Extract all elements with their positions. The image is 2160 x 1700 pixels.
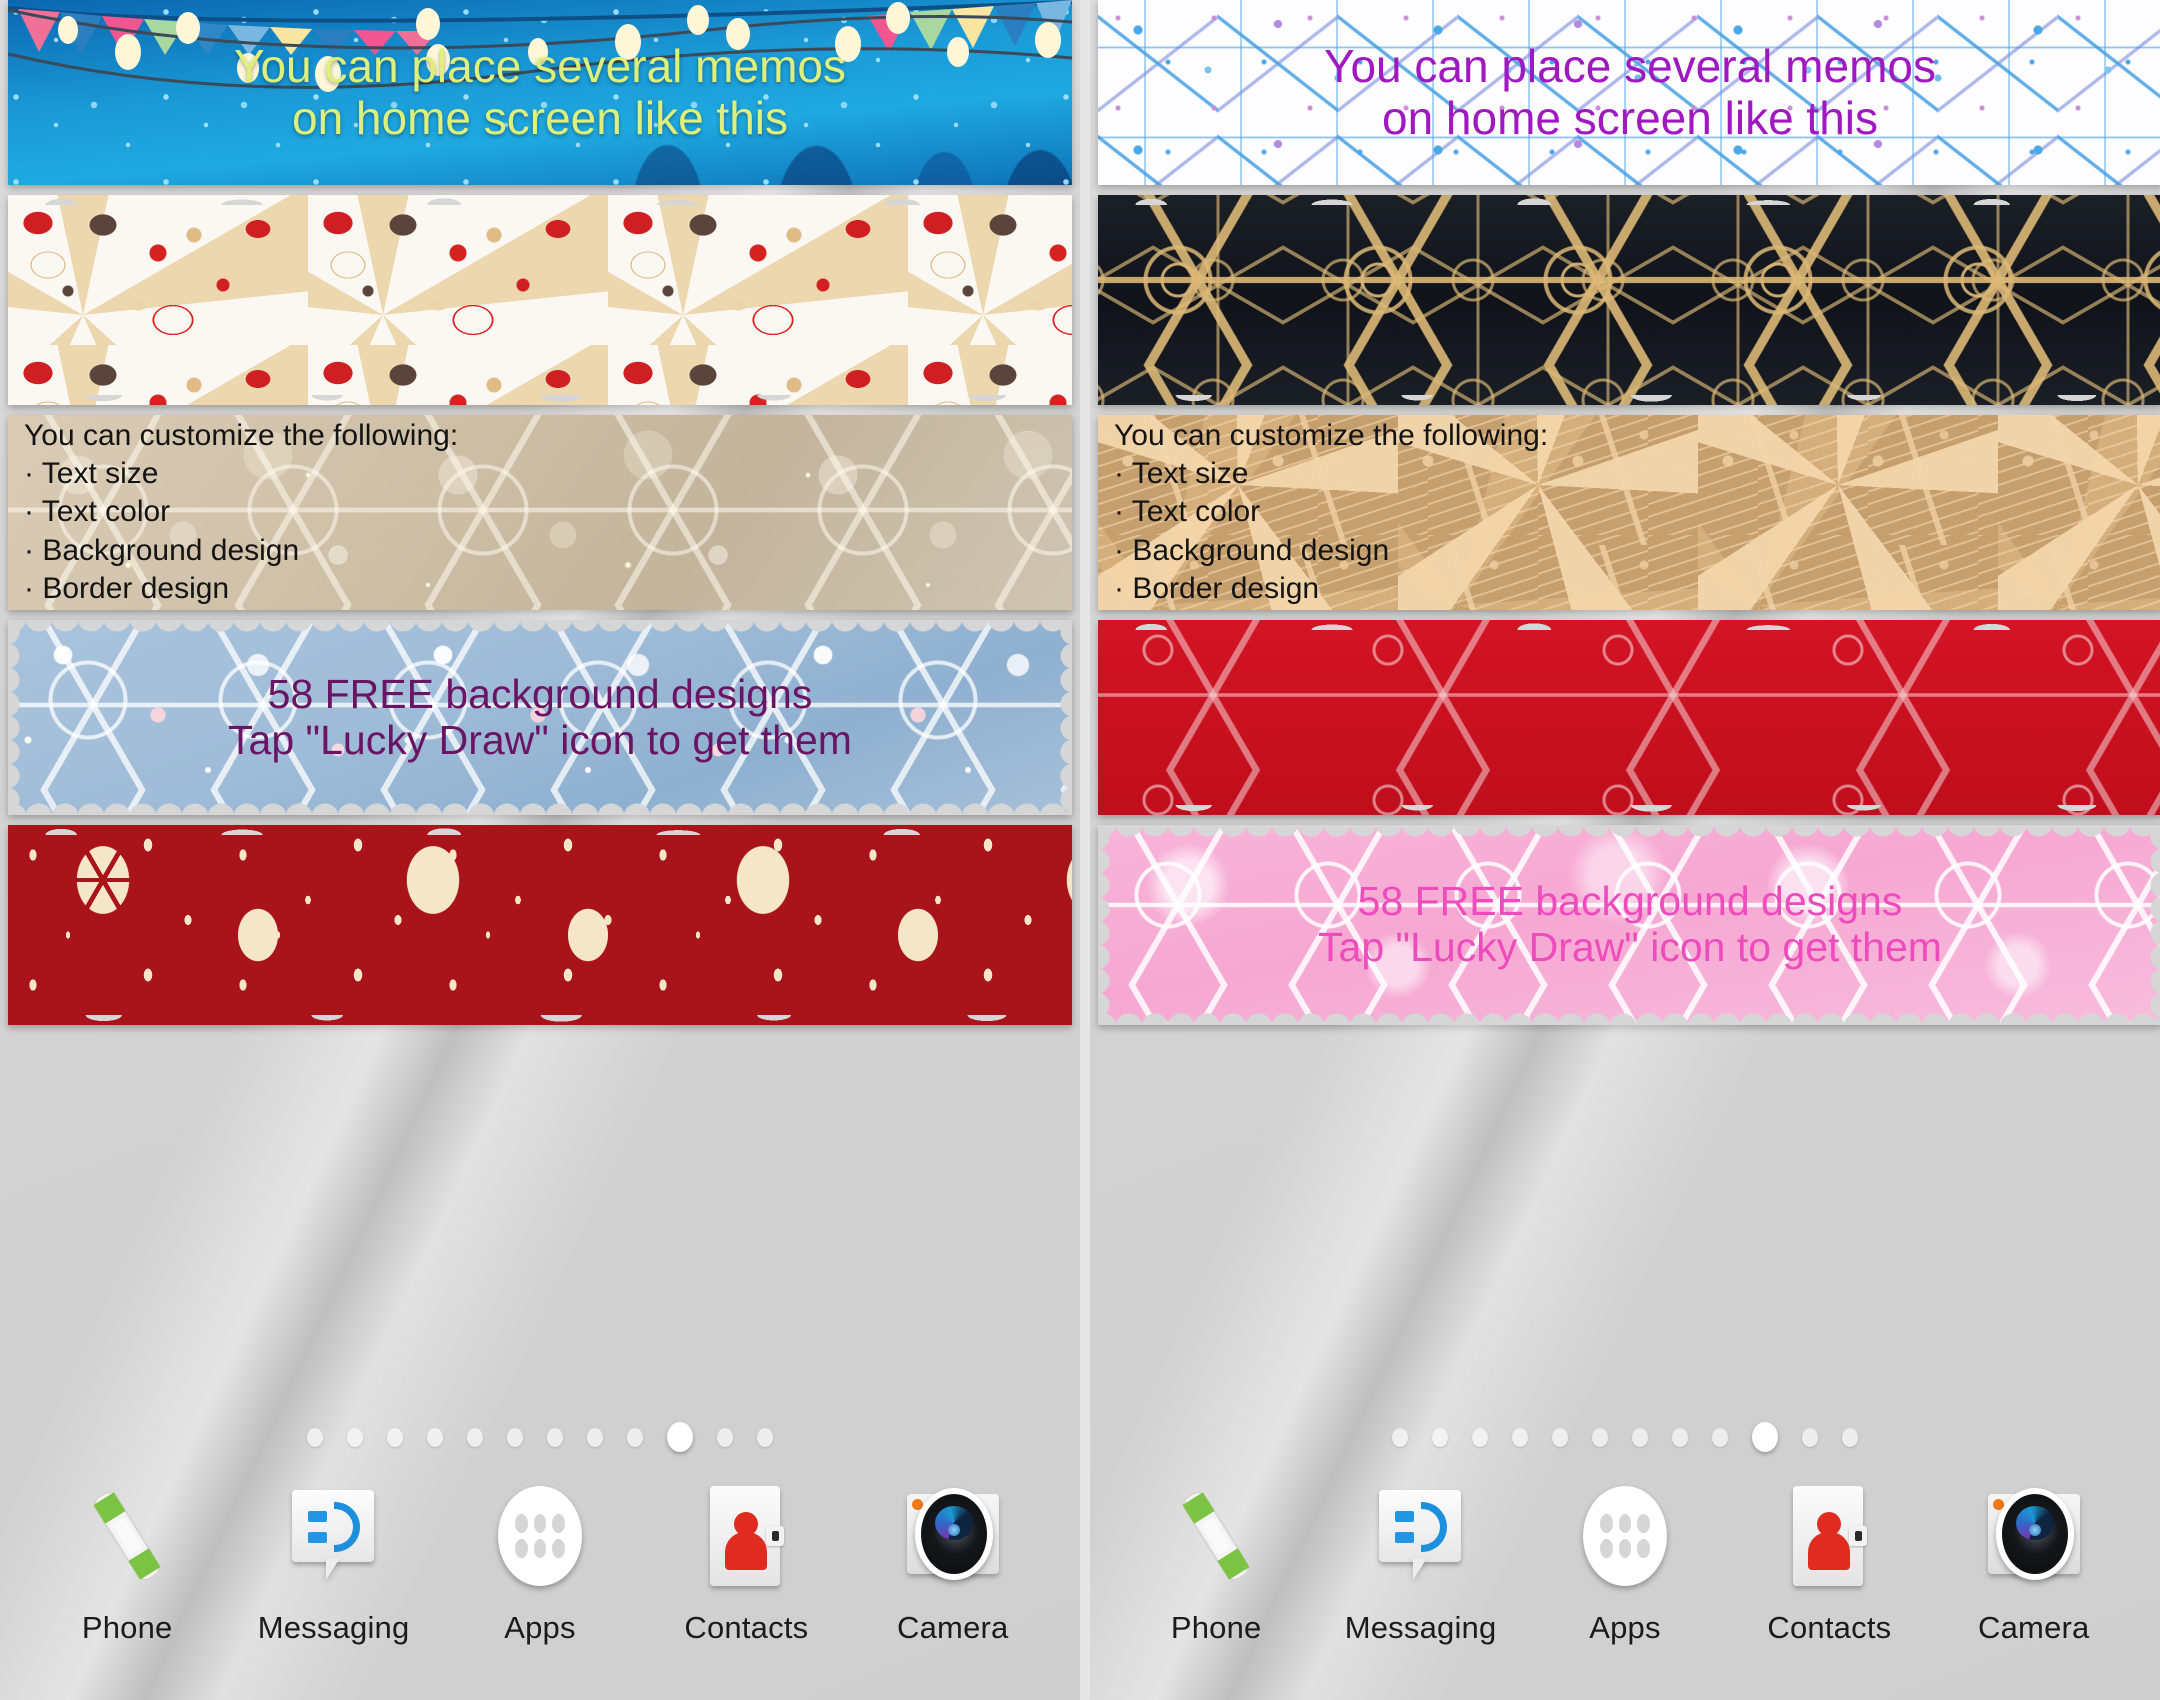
dock-label: Messaging [257, 1610, 410, 1645]
page-dot[interactable] [1802, 1427, 1818, 1447]
page-dot[interactable] [387, 1427, 403, 1447]
memo-widget-lucky-draw-right[interactable]: 58 FREE background designs Tap "Lucky Dr… [1098, 825, 2160, 1025]
page-dot[interactable] [1472, 1427, 1488, 1447]
dock-item-apps[interactable]: Apps [1540, 1484, 1710, 1646]
page-dot[interactable] [1552, 1427, 1568, 1447]
page-dot[interactable] [547, 1427, 563, 1447]
page-indicator-left[interactable] [0, 1422, 1080, 1452]
camera-icon [1982, 1484, 2086, 1588]
home-screen-preview: You can place several memos on home scre… [0, 0, 2160, 1700]
page-dot[interactable] [587, 1427, 603, 1447]
page-dot[interactable] [307, 1427, 323, 1447]
contacts-icon [1777, 1484, 1881, 1588]
memo-widget-intro-left[interactable]: You can place several memos on home scre… [8, 0, 1072, 185]
dock-item-phone[interactable]: Phone [1131, 1484, 1301, 1646]
phone-panel-right: You can place several memos on home scre… [1080, 0, 2160, 1700]
dock-item-camera[interactable]: Camera [868, 1484, 1038, 1646]
messaging-icon [1369, 1484, 1473, 1588]
page-dot[interactable] [717, 1427, 733, 1447]
page-dot[interactable] [757, 1427, 773, 1447]
camera-icon [901, 1484, 1005, 1588]
memo-widget-gold-black-right[interactable] [1098, 195, 2160, 405]
dock-label: Apps [504, 1610, 576, 1645]
dock-label: Contacts [684, 1610, 809, 1645]
red-bg-snowflakes-decor [1098, 620, 2160, 815]
page-dot[interactable] [347, 1427, 363, 1447]
dock-item-contacts[interactable]: Contacts [1744, 1484, 1914, 1646]
dock-label: Camera [1978, 1610, 2090, 1645]
phone-icon [75, 1484, 179, 1588]
dock-item-apps[interactable]: Apps [455, 1484, 625, 1646]
dock-label: Messaging [1344, 1610, 1497, 1645]
memo-widget-lucky-draw-left[interactable]: 58 FREE background designs Tap "Lucky Dr… [8, 620, 1072, 815]
page-dot[interactable] [427, 1427, 443, 1447]
dock-item-messaging[interactable]: Messaging [249, 1484, 419, 1646]
dock-label: Apps [1589, 1610, 1661, 1645]
page-dot[interactable] [1632, 1427, 1648, 1447]
memo-widget-customize-left[interactable]: You can customize the following: · Text … [8, 415, 1072, 610]
dock-label: Contacts [1767, 1610, 1892, 1645]
phone-panel-left: You can place several memos on home scre… [0, 0, 1080, 1700]
dock-item-messaging[interactable]: Messaging [1336, 1484, 1506, 1646]
phone-icon [1164, 1484, 1268, 1588]
memo-widget-list-left: You can place several memos on home scre… [0, 0, 1080, 1035]
dock-item-camera[interactable]: Camera [1949, 1484, 2119, 1646]
page-dot[interactable] [1672, 1427, 1688, 1447]
page-dot[interactable] [507, 1427, 523, 1447]
memo-widget-customize-right[interactable]: You can customize the following: · Text … [1098, 415, 2160, 610]
page-dot[interactable] [1432, 1427, 1448, 1447]
memo-widget-intro-right[interactable]: You can place several memos on home scre… [1098, 0, 2160, 185]
gold-snowflakes-decor-small [1098, 195, 2160, 405]
page-dot[interactable] [1392, 1427, 1408, 1447]
dock-item-contacts[interactable]: Contacts [661, 1484, 831, 1646]
page-dot-active[interactable] [667, 1422, 693, 1452]
page-dot[interactable] [1512, 1427, 1528, 1447]
memo-widget-wrapping-paper-left[interactable] [8, 195, 1072, 405]
dock-right: Phone Messaging Apps Contacts Camera [1090, 1484, 2160, 1646]
page-dot[interactable] [1842, 1427, 1858, 1447]
memo-widget-red-medallions-left[interactable] [8, 825, 1072, 1025]
memo-text: You can customize the following: · Text … [24, 418, 459, 606]
memo-text: You can place several memos on home scre… [234, 39, 846, 144]
dock-area-right: Phone Messaging Apps Contacts Camera [1090, 1400, 2160, 1700]
page-dot[interactable] [1712, 1427, 1728, 1447]
memo-text: You can place several memos on home scre… [1324, 39, 1936, 144]
memo-widget-red-foliage-right[interactable] [1098, 620, 2160, 815]
page-dot-active[interactable] [1752, 1422, 1778, 1452]
dock-area-left: Phone Messaging Apps Contacts Camera [0, 1400, 1080, 1700]
memo-text: 58 FREE background designs Tap "Lucky Dr… [1318, 878, 1942, 970]
memo-widget-list-right: You can place several memos on home scre… [1090, 0, 2160, 1035]
memo-text: You can customize the following: · Text … [1114, 418, 1549, 606]
dock-label: Phone [1170, 1610, 1262, 1645]
dock-item-phone[interactable]: Phone [42, 1484, 212, 1646]
dock-label: Phone [81, 1610, 173, 1645]
page-dot[interactable] [1592, 1427, 1608, 1447]
dock-left: Phone Messaging Apps Contacts Camera [0, 1484, 1080, 1646]
cream-snow-dots-decor [8, 825, 1072, 1025]
apps-grid-icon [488, 1484, 592, 1588]
memo-text: 58 FREE background designs Tap "Lucky Dr… [228, 670, 852, 763]
page-dot[interactable] [627, 1427, 643, 1447]
page-dot[interactable] [467, 1427, 483, 1447]
apps-grid-icon [1573, 1484, 1677, 1588]
contacts-icon [694, 1484, 798, 1588]
paper-ribbons-decor [8, 195, 1072, 405]
dock-label: Camera [897, 1610, 1009, 1645]
page-indicator-right[interactable] [1090, 1422, 2160, 1452]
messaging-icon [282, 1484, 386, 1588]
